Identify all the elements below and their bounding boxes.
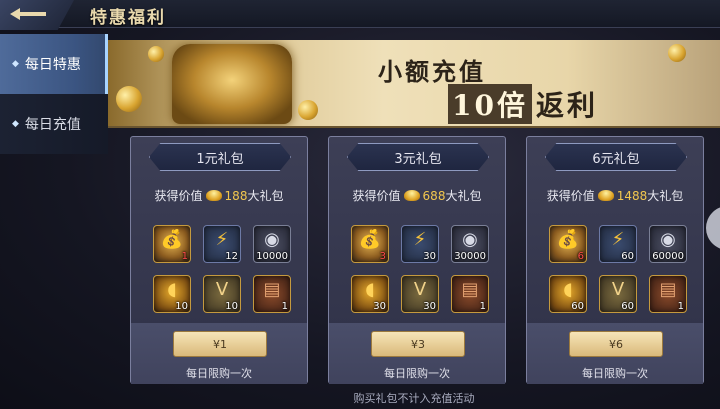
promo-banner: 小额充值 10倍 返利 bbox=[108, 40, 720, 128]
back-arrow-icon bbox=[10, 8, 46, 20]
item-qty: 12 bbox=[225, 251, 238, 262]
footer-note: 购买礼包不计入充值活动 bbox=[353, 392, 475, 405]
package-title: 1元礼包 bbox=[149, 143, 291, 171]
item-qty: 30 bbox=[423, 251, 436, 262]
treasure-chest-icon bbox=[172, 44, 292, 124]
item-qty: 60 bbox=[621, 301, 634, 312]
package-card: 6元礼包 获得价值 1488 大礼包 💰 6 ⚡ 60 ◉ 60000 ◖ 60 V 60… bbox=[526, 136, 704, 384]
side-scroll-handle[interactable] bbox=[706, 206, 720, 250]
gold-ingot-icon bbox=[597, 190, 614, 201]
gold-bag-icon[interactable]: 💰 6 bbox=[549, 225, 587, 263]
item-qty: 1 bbox=[181, 251, 188, 262]
v-badge-icon[interactable]: V 10 bbox=[203, 275, 241, 313]
item-qty: 10 bbox=[225, 301, 238, 312]
gold-bag-icon[interactable]: 💰 3 bbox=[351, 225, 389, 263]
buy-button[interactable]: ¥6 bbox=[569, 331, 663, 357]
sidebar-item-daily-recharge[interactable]: ◆ 每日充值 bbox=[0, 94, 108, 154]
package-value: 获得价值 688 大礼包 bbox=[329, 187, 505, 204]
value-suffix: 大礼包 bbox=[247, 189, 284, 203]
item-qty: 1 bbox=[281, 301, 288, 312]
lightning-icon[interactable]: ⚡ 30 bbox=[401, 225, 439, 263]
value-label: 获得价值 bbox=[154, 189, 203, 203]
item-qty: 6 bbox=[577, 251, 584, 262]
package-card: 3元礼包 获得价值 688 大礼包 💰 3 ⚡ 30 ◉ 30000 ◖ 30 V 30 … bbox=[328, 136, 506, 384]
item-qty: 30 bbox=[423, 301, 436, 312]
banner-subheadline: 10倍 返利 bbox=[448, 84, 598, 124]
item-qty: 10000 bbox=[256, 251, 288, 262]
package-value: 获得价值 1488 大礼包 bbox=[527, 187, 703, 204]
package-title: 6元礼包 bbox=[545, 143, 687, 171]
buy-button[interactable]: ¥1 bbox=[173, 331, 267, 357]
purchase-limit: 每日限购一次 bbox=[186, 367, 252, 380]
item-qty: 60 bbox=[621, 251, 634, 262]
back-button[interactable] bbox=[0, 0, 74, 30]
item-qty: 10 bbox=[175, 301, 188, 312]
item-qty: 60000 bbox=[652, 251, 684, 262]
sidebar: ◆ 每日特惠 ◆ 每日充值 bbox=[0, 30, 108, 409]
diamond-icon: ◆ bbox=[12, 59, 19, 69]
value-label: 获得价值 bbox=[546, 189, 595, 203]
coin-icon bbox=[668, 44, 686, 62]
coin-icon bbox=[298, 100, 318, 120]
value-amount: 1488 bbox=[616, 188, 648, 203]
banner-rest: 返利 bbox=[535, 89, 598, 122]
v-badge-icon[interactable]: V 60 bbox=[599, 275, 637, 313]
item-qty: 30000 bbox=[454, 251, 486, 262]
item-qty: 1 bbox=[479, 301, 486, 312]
lightning-icon[interactable]: ⚡ 60 bbox=[599, 225, 637, 263]
banner-headline: 小额充值 bbox=[378, 57, 486, 86]
gold-ingot-icon bbox=[403, 190, 420, 201]
silver-coin-icon[interactable]: ◉ 30000 bbox=[451, 225, 489, 263]
gold-ingot-icon[interactable]: ◖ 60 bbox=[549, 275, 587, 313]
v-badge-icon[interactable]: V 30 bbox=[401, 275, 439, 313]
scroll-icon[interactable]: ▤ 1 bbox=[253, 275, 291, 313]
purchase-limit: 每日限购一次 bbox=[384, 367, 450, 380]
item-qty: 60 bbox=[571, 301, 584, 312]
value-label: 获得价值 bbox=[352, 189, 401, 203]
gold-ingot-icon bbox=[205, 190, 222, 201]
package-footer: ¥6 每日限购一次 bbox=[527, 323, 703, 384]
value-amount: 188 bbox=[224, 188, 248, 203]
coin-icon bbox=[116, 86, 142, 112]
diamond-icon: ◆ bbox=[12, 119, 19, 129]
buy-button[interactable]: ¥3 bbox=[371, 331, 465, 357]
item-qty: 3 bbox=[379, 251, 386, 262]
value-suffix: 大礼包 bbox=[445, 189, 482, 203]
scroll-icon[interactable]: ▤ 1 bbox=[649, 275, 687, 313]
gold-bag-icon[interactable]: 💰 1 bbox=[153, 225, 191, 263]
sidebar-item-daily-deal[interactable]: ◆ 每日特惠 bbox=[0, 34, 108, 94]
value-suffix: 大礼包 bbox=[647, 189, 684, 203]
item-qty: 1 bbox=[677, 301, 684, 312]
lightning-icon[interactable]: ⚡ 12 bbox=[203, 225, 241, 263]
page-title: 特惠福利 bbox=[90, 8, 166, 28]
banner-highlight: 10倍 bbox=[448, 84, 532, 124]
package-title: 3元礼包 bbox=[347, 143, 489, 171]
coin-icon bbox=[148, 46, 164, 62]
silver-coin-icon[interactable]: ◉ 10000 bbox=[253, 225, 291, 263]
sidebar-item-label: 每日特惠 bbox=[24, 57, 81, 73]
top-bar: 特惠福利 bbox=[0, 0, 720, 30]
package-card: 1元礼包 获得价值 188 大礼包 💰 1 ⚡ 12 ◉ 10000 ◖ 10 V 10 … bbox=[130, 136, 308, 384]
gold-ingot-icon[interactable]: ◖ 30 bbox=[351, 275, 389, 313]
purchase-limit: 每日限购一次 bbox=[582, 367, 648, 380]
value-amount: 688 bbox=[422, 188, 446, 203]
gold-ingot-icon[interactable]: ◖ 10 bbox=[153, 275, 191, 313]
sidebar-item-label: 每日充值 bbox=[24, 117, 81, 133]
package-footer: ¥3 每日限购一次 bbox=[329, 323, 505, 384]
package-value: 获得价值 188 大礼包 bbox=[131, 187, 307, 204]
silver-coin-icon[interactable]: ◉ 60000 bbox=[649, 225, 687, 263]
item-qty: 30 bbox=[373, 301, 386, 312]
scroll-icon[interactable]: ▤ 1 bbox=[451, 275, 489, 313]
package-footer: ¥1 每日限购一次 bbox=[131, 323, 307, 384]
